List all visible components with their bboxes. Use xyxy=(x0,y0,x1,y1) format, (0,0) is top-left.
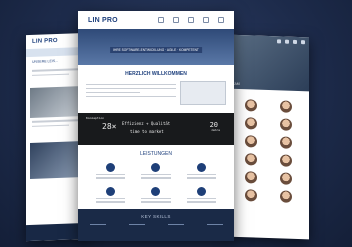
intro-section xyxy=(78,77,234,109)
team-avatar[interactable] xyxy=(244,153,257,166)
team-avatar[interactable] xyxy=(244,189,257,202)
service-item[interactable] xyxy=(90,186,131,205)
service-icon xyxy=(151,163,161,172)
team-avatar[interactable] xyxy=(244,117,257,130)
services-grid xyxy=(78,157,234,211)
team-avatar[interactable] xyxy=(279,100,292,113)
service-icon xyxy=(196,186,206,196)
center-page: LIN PRO IHRE SOFTWARE-ENTWICKLUNG · AGIL… xyxy=(78,11,234,241)
left-image xyxy=(30,86,84,119)
left-logo[interactable]: LIN PRO xyxy=(32,38,58,45)
team-grid xyxy=(227,89,309,214)
monitor-image xyxy=(180,81,226,105)
chalkboard-banner: Konzeption 28× Effizienz + Qualität time… xyxy=(78,113,234,145)
team-avatar[interactable] xyxy=(279,154,292,167)
mockup-stage: LIN PRO UNSERE LEIS... TEAM LIN PRO IHRE… xyxy=(0,0,352,247)
service-icon xyxy=(151,186,161,196)
team-avatar[interactable] xyxy=(244,171,257,184)
nav-icon[interactable] xyxy=(173,17,179,23)
service-icon xyxy=(196,163,206,172)
team-avatar[interactable] xyxy=(244,99,257,112)
nav-icon[interactable] xyxy=(188,17,194,23)
team-avatar[interactable] xyxy=(279,190,292,203)
service-item[interactable] xyxy=(181,163,222,181)
nav-icon[interactable] xyxy=(158,17,164,23)
team-avatar[interactable] xyxy=(279,172,292,185)
left-image-2 xyxy=(30,141,84,180)
hero-bar: IHRE SOFTWARE-ENTWICKLUNG · AGILE · KOMP… xyxy=(110,47,202,53)
team-avatar[interactable] xyxy=(244,135,257,148)
team-avatar[interactable] xyxy=(279,136,292,149)
center-nav xyxy=(158,17,224,23)
nav-icon[interactable] xyxy=(218,17,224,23)
service-item[interactable] xyxy=(90,163,131,181)
service-item[interactable] xyxy=(135,163,176,181)
center-header: LIN PRO xyxy=(78,11,234,29)
service-item[interactable] xyxy=(181,186,222,205)
nav-icon[interactable] xyxy=(203,17,209,23)
service-item[interactable] xyxy=(135,186,176,205)
hero-banner: IHRE SOFTWARE-ENTWICKLUNG · AGILE · KOMP… xyxy=(78,29,234,65)
service-icon xyxy=(106,186,116,196)
team-avatar[interactable] xyxy=(279,118,292,131)
center-logo[interactable]: LIN PRO xyxy=(88,17,118,24)
key-skills-heading: KEY SKILLS xyxy=(141,214,171,219)
service-icon xyxy=(106,163,116,172)
right-page: TEAM xyxy=(227,34,309,240)
key-skills-footer: KEY SKILLS xyxy=(78,209,234,241)
